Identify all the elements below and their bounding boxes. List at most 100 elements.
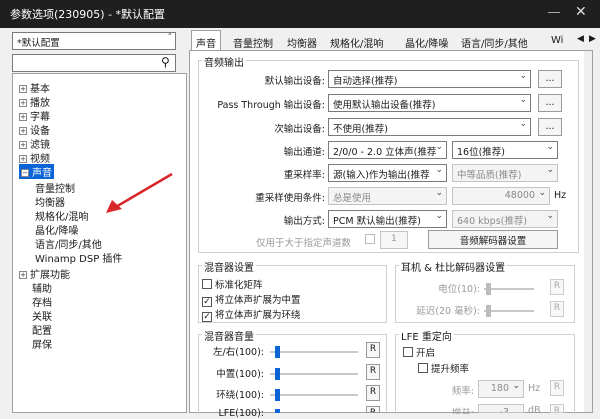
close-icon[interactable]: ✕	[575, 4, 587, 20]
tree-item[interactable]: Winamp DSP 插件	[35, 250, 122, 265]
expand-icon[interactable]: +	[19, 271, 27, 279]
output-mode-select[interactable]: PCM 默认输出(推荐) ⌄	[328, 210, 447, 228]
tree-item[interactable]: + 视频	[19, 150, 50, 165]
expand-icon[interactable]: +	[19, 85, 27, 93]
tab-scroll-left-icon[interactable]: ◀	[574, 30, 587, 50]
tree-item[interactable]: + 滤镜	[19, 136, 50, 151]
audio-decoder-settings-button[interactable]: 音频解码器设置	[428, 230, 558, 249]
resample-quality-select[interactable]: 中等品质(推荐) ⌄	[452, 164, 558, 182]
tree-item[interactable]: 均衡器	[35, 194, 65, 209]
tab-normalize-reverb[interactable]: 规格化/混响	[325, 30, 388, 50]
left-right-reset-button[interactable]: R	[366, 342, 380, 358]
pin-icon[interactable]: ―	[548, 5, 560, 19]
center-reset-button[interactable]: R	[366, 364, 380, 380]
surround-slider[interactable]	[270, 389, 358, 401]
chevron-down-icon: ⌄	[435, 142, 443, 152]
chevron-down-icon: ⌄	[512, 381, 520, 391]
mixer-volume-title: 混音器音量	[202, 328, 256, 343]
panel-scrollbar[interactable]	[584, 51, 592, 412]
passthrough-select[interactable]: 使用默认输出设备(推荐) ⌄	[328, 94, 531, 112]
stereo-center-checkbox[interactable]: ✓ 将立体声扩展为中置	[202, 292, 301, 307]
bitrate-select[interactable]: 640 kbps(推荐) ⌄	[452, 210, 558, 228]
output-mode-label: 输出方式:	[283, 216, 325, 227]
lfe-enable-checkbox[interactable]: 开启	[403, 345, 435, 359]
secondary-device-label: 次输出设备:	[274, 124, 325, 135]
profile-select[interactable]: *默认配置 ˄	[12, 32, 176, 50]
frequency-input[interactable]: 180 ⌄	[478, 380, 524, 398]
tree-item[interactable]: 辅助	[32, 280, 52, 295]
tree-item[interactable]: + 扩展功能	[19, 266, 70, 281]
resample-quality-value: 中等品质(推荐)	[457, 170, 522, 181]
tab-equalizer[interactable]: 均衡器	[282, 30, 322, 50]
tree-item[interactable]: − 声音	[19, 164, 54, 179]
potential-reset-button[interactable]: R	[550, 279, 564, 295]
tree-item[interactable]: 配置	[32, 322, 52, 337]
secondary-device-select[interactable]: 不使用(推荐) ⌄	[328, 118, 531, 136]
tab-sound[interactable]: 声音	[191, 30, 221, 51]
standard-matrix-checkbox[interactable]: 标准化矩阵	[202, 277, 263, 291]
tree-item[interactable]: 语言/同步/其他	[35, 236, 102, 251]
only-above-channels-checkbox[interactable]	[365, 234, 378, 246]
tree-item[interactable]: 音量控制	[35, 180, 75, 195]
title-bar: 参数选项(230905) - *默认配置 ― ✕	[0, 0, 600, 28]
tree-item[interactable]: 屏保	[32, 336, 52, 351]
lfe-label: LFE(100):	[218, 408, 264, 419]
gain-reset-button[interactable]: R	[550, 404, 564, 413]
expand-icon[interactable]: +	[19, 141, 27, 149]
resample-select[interactable]: 源(输入)作为输出(推荐 ⌄	[328, 164, 447, 182]
center-slider[interactable]	[270, 368, 358, 380]
delay-reset-button[interactable]: R	[550, 301, 564, 317]
resample-label: 重采样率:	[283, 170, 325, 181]
tree-item[interactable]: 晶化/降噪	[35, 222, 78, 237]
frequency-unit: Hz	[528, 383, 541, 394]
expand-icon[interactable]: +	[19, 113, 27, 121]
lfe-reset-button[interactable]: R	[366, 406, 380, 413]
resample-condition-select[interactable]: 总是使用 ⌄	[328, 187, 447, 205]
tree-item[interactable]: 关联	[32, 308, 52, 323]
search-input[interactable]	[12, 54, 176, 72]
tree-item[interactable]: + 字幕	[19, 108, 50, 123]
resample-value: 源(输入)作为输出(推荐	[333, 170, 430, 181]
collapse-icon[interactable]: −	[21, 169, 29, 177]
search-icon[interactable]: ⚲	[161, 55, 170, 69]
stereo-surround-checkbox[interactable]: ✓ 将立体声扩展为环绕	[202, 307, 301, 322]
chevron-down-icon: ˄	[167, 33, 173, 43]
potential-slider[interactable]	[484, 283, 534, 295]
frequency-reset-button[interactable]: R	[550, 380, 564, 396]
tree-item[interactable]: 规格化/混响	[35, 208, 88, 223]
expand-icon[interactable]: +	[19, 99, 27, 107]
expand-icon[interactable]: +	[19, 127, 27, 135]
delay-slider[interactable]	[484, 305, 534, 317]
channels-select[interactable]: 2/0/0 - 2.0 立体声(推荐 ⌄	[328, 141, 447, 159]
resample-condition-value: 总是使用	[333, 193, 372, 204]
tab-language-sync-other[interactable]: 语言/同步/其他	[456, 30, 533, 50]
tree-item[interactable]: + 设备	[19, 122, 50, 137]
passthrough-more-button[interactable]: ...	[538, 94, 562, 112]
tree-item[interactable]: + 基本	[19, 80, 50, 95]
frequency-label: 频率:	[451, 386, 474, 397]
tab-crystalize-denoise[interactable]: 晶化/降噪	[400, 30, 453, 50]
boost-frequency-label: 提升频率	[431, 364, 470, 375]
output-mode-value: PCM 默认输出(推荐)	[333, 216, 421, 227]
boost-frequency-checkbox[interactable]: 提升频率	[418, 361, 469, 375]
tree-item[interactable]: 存档	[32, 294, 52, 309]
bit-depth-value: 16位(推荐)	[457, 147, 506, 158]
tab-scroll-right-icon[interactable]: ▶	[586, 30, 599, 50]
gain-input[interactable]: -3	[478, 404, 524, 413]
sample-rate-input[interactable]: 48000 ⌄	[452, 187, 550, 205]
tree-item[interactable]: + 播放	[19, 94, 50, 109]
settings-tree[interactable]: + 基本 + 播放 + 字幕 + 设备 + 滤镜 + 视频 − 声音 音量控制 均衡器 规格化/混响 晶化/降噪语…	[12, 73, 187, 413]
surround-reset-button[interactable]: R	[366, 385, 380, 401]
channel-count-spinner[interactable]: 1	[380, 231, 408, 249]
lfe-slider[interactable]	[270, 409, 358, 413]
annotation-arrow-icon	[106, 172, 173, 213]
secondary-device-more-button[interactable]: ...	[538, 118, 562, 136]
bit-depth-select[interactable]: 16位(推荐) ⌄	[452, 141, 558, 159]
default-device-select[interactable]: 自动选择(推荐) ⌄	[328, 70, 531, 88]
default-device-more-button[interactable]: ...	[538, 70, 562, 88]
tab-winamp[interactable]: Wi	[546, 30, 568, 50]
tab-volume-control[interactable]: 音量控制	[228, 30, 278, 50]
left-right-slider[interactable]	[270, 346, 358, 358]
expand-icon[interactable]: +	[19, 155, 27, 163]
channels-label: 输出通道:	[283, 147, 325, 158]
